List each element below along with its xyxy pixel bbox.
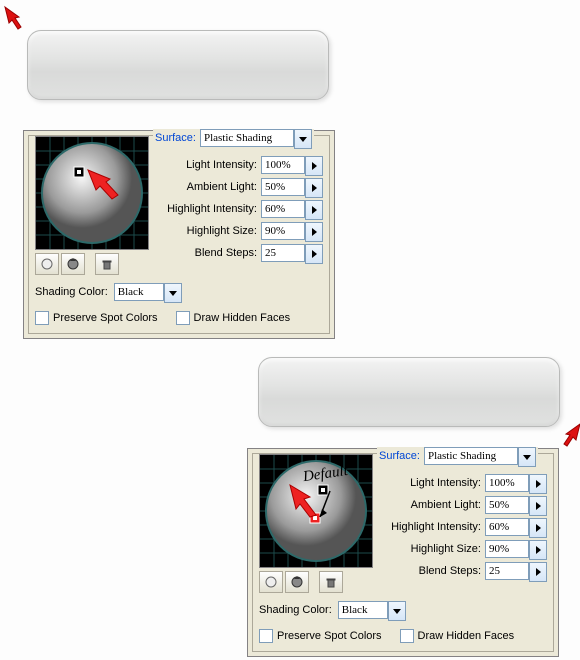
blend-steps-input[interactable]	[485, 562, 547, 580]
shading-color-dropdown[interactable]	[338, 601, 406, 619]
new-light-button[interactable]	[259, 571, 283, 593]
stepper-icon[interactable]	[529, 474, 547, 494]
highlight-intensity-label: Highlight Intensity:	[391, 521, 481, 533]
chevron-down-icon[interactable]	[164, 283, 182, 303]
ambient-light-label: Ambient Light:	[187, 181, 257, 193]
chevron-down-icon[interactable]	[518, 447, 536, 467]
stepper-icon[interactable]	[305, 156, 323, 176]
ambient-light-input[interactable]	[485, 496, 547, 514]
highlight-intensity-input[interactable]	[485, 518, 547, 536]
chevron-down-icon[interactable]	[294, 129, 312, 149]
stepper-icon[interactable]	[529, 562, 547, 582]
shading-params: Light Intensity: Ambient Light: Highligh…	[157, 154, 323, 264]
callout-arrow-icon	[556, 420, 580, 451]
stepper-icon[interactable]	[305, 222, 323, 242]
highlight-intensity-label: Highlight Intensity:	[167, 203, 257, 215]
new-light-button[interactable]	[35, 253, 59, 275]
stepper-icon[interactable]	[529, 496, 547, 516]
highlight-size-input[interactable]	[485, 540, 547, 558]
light-intensity-label: Light Intensity:	[186, 159, 257, 171]
move-light-back-button[interactable]	[285, 571, 309, 593]
delete-light-button[interactable]	[319, 571, 343, 593]
light-preview-sphere[interactable]	[35, 136, 149, 250]
light-preview-sphere[interactable]	[259, 454, 373, 568]
light-intensity-input[interactable]	[485, 474, 547, 492]
shading-color-label: Shading Color:	[35, 286, 108, 298]
shading-params: Light Intensity: Ambient Light: Highligh…	[381, 472, 547, 582]
move-light-back-button[interactable]	[61, 253, 85, 275]
light-intensity-label: Light Intensity:	[410, 477, 481, 489]
highlight-size-input[interactable]	[261, 222, 323, 240]
surface-dropdown-input[interactable]	[424, 447, 518, 465]
shading-color-label: Shading Color:	[259, 604, 332, 616]
shading-panel-2: Surface: Light Intensity: Ambient Light:…	[247, 448, 559, 657]
surface-label: Surface:	[155, 132, 196, 144]
ambient-light-label: Ambient Light:	[411, 499, 481, 511]
surface-label: Surface:	[379, 450, 420, 462]
highlight-intensity-input[interactable]	[261, 200, 323, 218]
surface-dropdown-input[interactable]	[200, 129, 294, 147]
light-intensity-input[interactable]	[261, 156, 323, 174]
stepper-icon[interactable]	[529, 518, 547, 538]
callout-arrow-icon	[1, 3, 29, 34]
stepper-icon[interactable]	[529, 540, 547, 560]
highlight-size-label: Highlight Size:	[411, 543, 481, 555]
blend-steps-label: Blend Steps:	[419, 565, 481, 577]
chevron-down-icon[interactable]	[388, 601, 406, 621]
preserve-spot-checkbox[interactable]: Preserve Spot Colors	[259, 629, 382, 643]
stepper-icon[interactable]	[305, 178, 323, 198]
sample-button-1	[27, 30, 329, 100]
blend-steps-input[interactable]	[261, 244, 323, 262]
preserve-spot-checkbox[interactable]: Preserve Spot Colors	[35, 311, 158, 325]
surface-dropdown[interactable]	[200, 129, 312, 147]
draw-hidden-checkbox[interactable]: Draw Hidden Faces	[176, 311, 291, 325]
surface-dropdown[interactable]	[424, 447, 536, 465]
draw-hidden-checkbox[interactable]: Draw Hidden Faces	[400, 629, 515, 643]
ambient-light-input[interactable]	[261, 178, 323, 196]
stepper-icon[interactable]	[305, 200, 323, 220]
stepper-icon[interactable]	[305, 244, 323, 264]
shading-panel-1: Surface: Light Intensity: Ambient Light:…	[23, 130, 335, 339]
sample-button-2	[258, 357, 560, 427]
delete-light-button[interactable]	[95, 253, 119, 275]
shading-color-dropdown[interactable]	[114, 283, 182, 301]
blend-steps-label: Blend Steps:	[195, 247, 257, 259]
highlight-size-label: Highlight Size:	[187, 225, 257, 237]
